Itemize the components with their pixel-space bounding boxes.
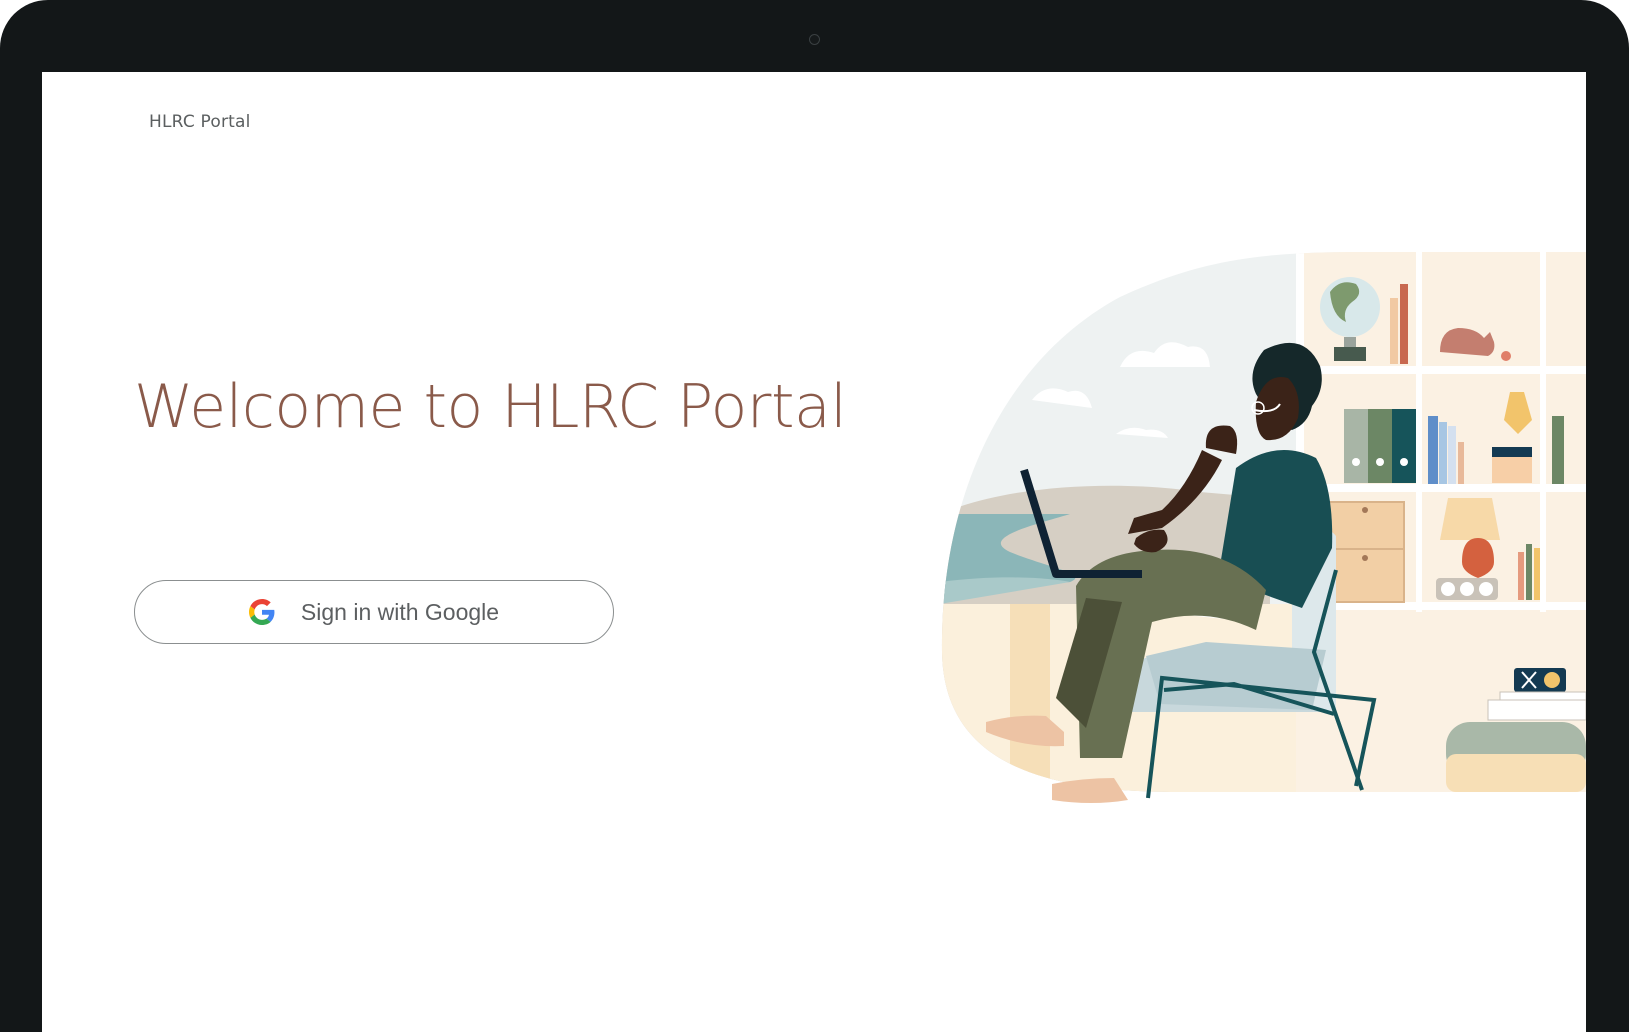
sign-in-with-google-button[interactable]: Sign in with Google xyxy=(134,580,614,644)
brand-name: HLRC Portal xyxy=(149,112,251,132)
screen: HLRC Portal Welcome to HLRC Portal Sign … xyxy=(42,72,1586,1032)
camera-icon xyxy=(809,34,820,45)
google-g-icon xyxy=(248,599,275,625)
device-frame: HLRC Portal Welcome to HLRC Portal Sign … xyxy=(0,0,1629,1032)
sign-in-button-label: Sign in with Google xyxy=(300,598,500,625)
person-working-on-laptop-illustration xyxy=(941,252,1586,803)
page-title: Welcome to HLRC Portal xyxy=(134,372,847,442)
